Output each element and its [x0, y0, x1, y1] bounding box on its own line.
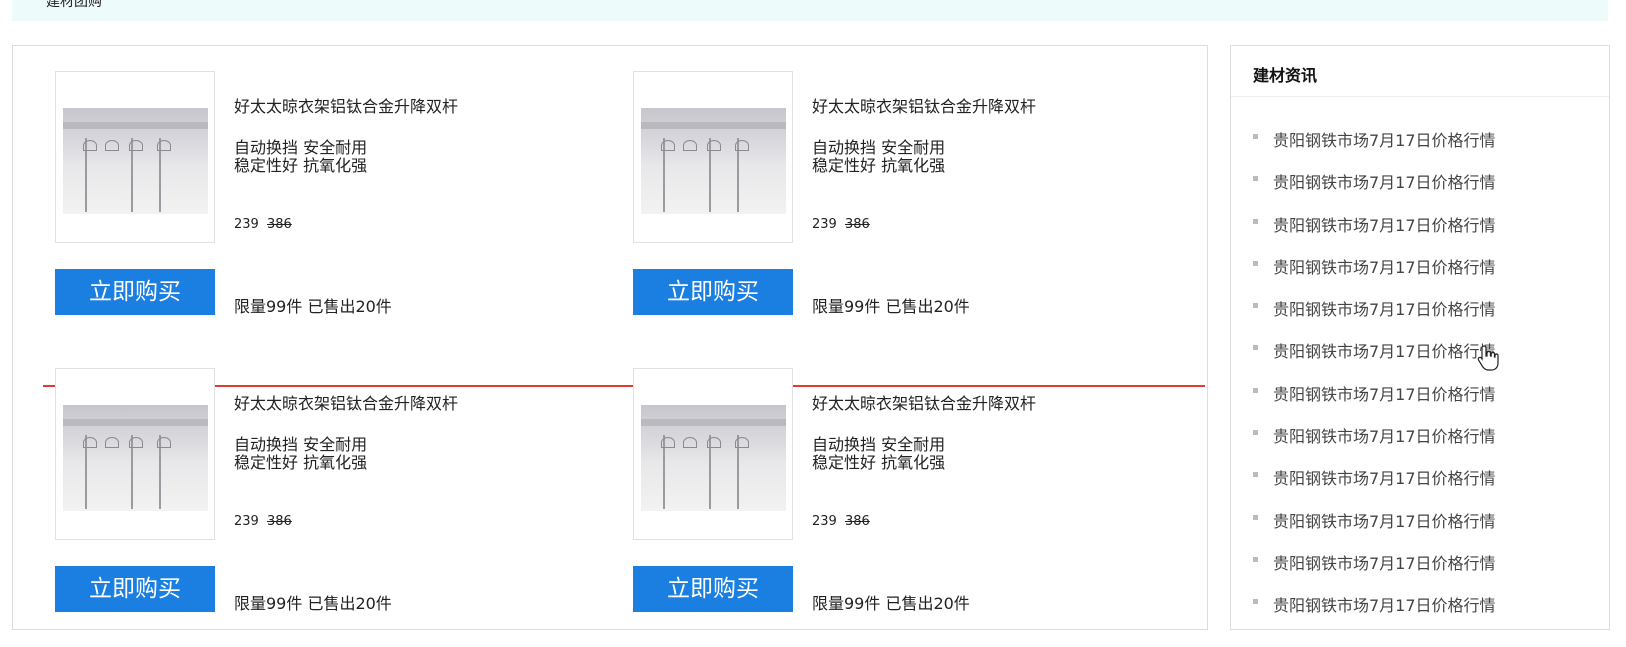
- news-item-label: 贵阳钢铁市场7月17日价格行情: [1273, 131, 1496, 150]
- news-item-label: 贵阳钢铁市场7月17日价格行情: [1273, 300, 1496, 320]
- buy-now-button[interactable]: 立即购买: [633, 269, 793, 315]
- bullet-icon: [1253, 599, 1258, 605]
- product-feature: 稳定性好 抗氧化强: [812, 453, 946, 472]
- news-item-label: 贵阳钢铁市场7月17日价格行情: [1273, 342, 1496, 362]
- news-header-divider: [1231, 96, 1609, 97]
- news-item-label: 贵阳钢铁市场7月17日价格行情: [1273, 596, 1496, 616]
- product-card: 好太太晾衣架铝钛合金升降双杆 自动换挡 安全耐用 稳定性好 抗氧化强 239 3…: [633, 71, 1193, 321]
- product-card: 好太太晾衣架铝钛合金升降双杆 自动换挡 安全耐用 稳定性好 抗氧化强 239 3…: [55, 368, 615, 618]
- product-title[interactable]: 好太太晾衣架铝钛合金升降双杆: [234, 390, 458, 414]
- product-price: 239 386: [812, 217, 870, 232]
- news-item[interactable]: 贵阳钢铁市场7月17日价格行情: [1253, 465, 1496, 507]
- stock-info: 限量99件 已售出20件: [812, 594, 970, 613]
- product-title[interactable]: 好太太晾衣架铝钛合金升降双杆: [812, 390, 1036, 414]
- stock-info: 限量99件 已售出20件: [234, 594, 392, 613]
- bullet-icon: [1253, 218, 1258, 224]
- news-item[interactable]: 贵阳钢铁市场7月17日价格行情: [1253, 212, 1496, 254]
- news-item[interactable]: 贵阳钢铁市场7月17日价格行情: [1253, 127, 1496, 169]
- bullet-icon: [1253, 134, 1258, 139]
- product-feature: 稳定性好 抗氧化强: [812, 156, 946, 175]
- original-price: 386: [266, 217, 292, 232]
- product-image[interactable]: [633, 368, 793, 540]
- product-image[interactable]: [55, 368, 215, 540]
- bullet-icon: [1253, 556, 1258, 562]
- buy-now-button[interactable]: 立即购买: [633, 566, 793, 612]
- news-item[interactable]: 贵阳钢铁市场7月17日价格行情: [1253, 508, 1496, 550]
- news-item[interactable]: 贵阳钢铁市场7月17日价格行情: [1253, 296, 1496, 338]
- section-title: 建材团购: [46, 0, 102, 10]
- bullet-icon: [1253, 430, 1258, 436]
- news-item-label: 贵阳钢铁市场7月17日价格行情: [1273, 384, 1496, 404]
- news-item[interactable]: 贵阳钢铁市场7月17日价格行情: [1253, 169, 1496, 211]
- buy-now-button[interactable]: 立即购买: [55, 269, 215, 315]
- bullet-icon: [1253, 514, 1258, 520]
- news-item-label: 贵阳钢铁市场7月17日价格行情: [1273, 427, 1496, 447]
- news-item-label: 贵阳钢铁市场7月17日价格行情: [1273, 257, 1496, 277]
- product-title[interactable]: 好太太晾衣架铝钛合金升降双杆: [234, 93, 458, 117]
- product-image[interactable]: [633, 71, 793, 243]
- section-header-bar: 建材团购: [12, 0, 1608, 21]
- product-image[interactable]: [55, 71, 215, 243]
- products-panel: 好太太晾衣架铝钛合金升降双杆 自动换挡 安全耐用 稳定性好 抗氧化强 239 3…: [12, 45, 1208, 630]
- news-title: 建材资讯: [1253, 66, 1318, 85]
- original-price: 386: [266, 514, 292, 529]
- product-feature: 自动换挡 安全耐用: [812, 435, 946, 454]
- news-item[interactable]: 贵阳钢铁市场7月17日价格行情: [1253, 381, 1496, 423]
- bullet-icon: [1253, 387, 1258, 393]
- bullet-icon: [1253, 345, 1258, 351]
- product-feature: 稳定性好 抗氧化强: [234, 453, 368, 472]
- product-title[interactable]: 好太太晾衣架铝钛合金升降双杆: [812, 93, 1036, 117]
- news-list: 贵阳钢铁市场7月17日价格行情 贵阳钢铁市场7月17日价格行情 贵阳钢铁市场7月…: [1253, 127, 1496, 635]
- bullet-icon: [1253, 260, 1258, 266]
- original-price: 386: [844, 217, 870, 232]
- sale-price: 239: [234, 514, 259, 529]
- news-panel: 建材资讯 贵阳钢铁市场7月17日价格行情 贵阳钢铁市场7月17日价格行情 贵阳钢…: [1230, 45, 1610, 630]
- product-feature: 稳定性好 抗氧化强: [234, 156, 368, 175]
- sale-price: 239: [812, 514, 837, 529]
- news-item-label: 贵阳钢铁市场7月17日价格行情: [1273, 173, 1496, 193]
- original-price: 386: [844, 514, 870, 529]
- news-item[interactable]: 贵阳钢铁市场7月17日价格行情: [1253, 254, 1496, 296]
- news-item[interactable]: 贵阳钢铁市场7月17日价格行情: [1253, 423, 1496, 465]
- news-item-label: 贵阳钢铁市场7月17日价格行情: [1273, 511, 1496, 531]
- product-price: 239 386: [234, 217, 292, 232]
- product-price: 239 386: [812, 514, 870, 529]
- bullet-icon: [1253, 303, 1258, 309]
- buy-now-button[interactable]: 立即购买: [55, 566, 215, 612]
- product-price: 239 386: [234, 514, 292, 529]
- news-item[interactable]: 贵阳钢铁市场7月17日价格行情: [1253, 338, 1496, 380]
- news-item-label: 贵阳钢铁市场7月17日价格行情: [1273, 215, 1496, 235]
- product-card: 好太太晾衣架铝钛合金升降双杆 自动换挡 安全耐用 稳定性好 抗氧化强 239 3…: [55, 71, 615, 321]
- news-item-label: 贵阳钢铁市场7月17日价格行情: [1273, 469, 1496, 489]
- product-feature: 自动换挡 安全耐用: [234, 138, 368, 157]
- bullet-icon: [1253, 472, 1258, 478]
- product-feature: 自动换挡 安全耐用: [234, 435, 368, 454]
- stock-info: 限量99件 已售出20件: [234, 297, 392, 316]
- news-item[interactable]: 贵阳钢铁市场7月17日价格行情: [1253, 550, 1496, 592]
- bullet-icon: [1253, 176, 1258, 182]
- sale-price: 239: [234, 217, 259, 232]
- news-item-label: 贵阳钢铁市场7月17日价格行情: [1273, 553, 1496, 573]
- stock-info: 限量99件 已售出20件: [812, 297, 970, 316]
- hand-pointer-icon: [1477, 345, 1499, 371]
- sale-price: 239: [812, 217, 837, 232]
- product-card: 好太太晾衣架铝钛合金升降双杆 自动换挡 安全耐用 稳定性好 抗氧化强 239 3…: [633, 368, 1193, 618]
- product-feature: 自动换挡 安全耐用: [812, 138, 946, 157]
- news-item[interactable]: 贵阳钢铁市场7月17日价格行情: [1253, 592, 1496, 634]
